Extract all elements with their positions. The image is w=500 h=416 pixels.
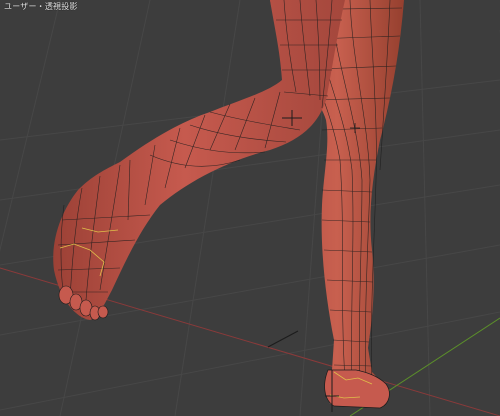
- viewport-canvas[interactable]: [0, 0, 500, 416]
- 3d-viewport[interactable]: ユーザー・透視投影: [0, 0, 500, 416]
- raised-leg-mesh[interactable]: [53, 0, 346, 321]
- view-mode-label: ユーザー・透視投影: [4, 2, 78, 11]
